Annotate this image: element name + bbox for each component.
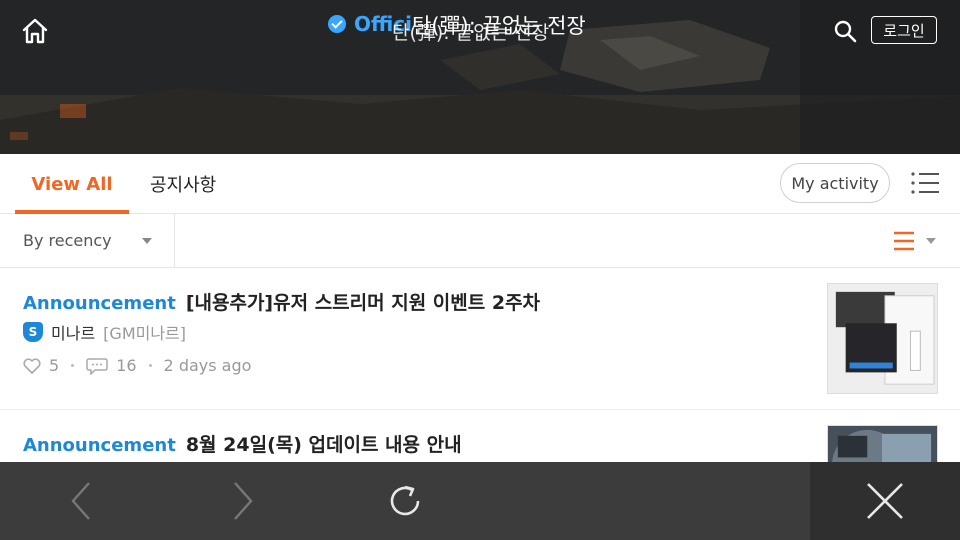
post-title[interactable]: [내용추가]유저 스트리머 지원 이벤트 2주차 — [186, 288, 540, 315]
check-icon — [328, 15, 346, 33]
post-category: Announcement — [23, 293, 176, 314]
close-icon — [867, 483, 903, 519]
author-tag: [GM미나르] — [103, 324, 187, 343]
like-count: 5 — [49, 356, 60, 375]
list-menu-icon[interactable] — [910, 171, 940, 195]
post-author: S 미나르 [GM미나르] — [23, 320, 186, 344]
reload-icon — [390, 485, 420, 516]
post-meta: 5 16 2 days ago — [23, 356, 251, 375]
staff-badge-icon: S — [23, 322, 43, 342]
close-button[interactable] — [810, 462, 960, 540]
post-thumbnail — [827, 283, 938, 394]
browser-toolbar — [0, 462, 960, 540]
tab-bar: View All 공지사항 My activity — [0, 154, 960, 214]
post-headline: Announcement [내용추가]유저 스트리머 지원 이벤트 2주차 — [23, 288, 540, 315]
heart-icon — [23, 357, 41, 374]
post-time: 2 days ago — [163, 356, 252, 375]
comment-icon — [86, 357, 108, 375]
back-arrow-icon — [71, 482, 90, 520]
home-icon[interactable] — [20, 16, 50, 46]
forward-button[interactable] — [212, 462, 274, 540]
sort-selected-label: By recency — [23, 231, 112, 250]
comment-count: 16 — [116, 356, 137, 375]
page-title-echo: 탄(彈): 끝없는 전장 — [392, 22, 550, 44]
header-banner: Offici 탄(彈): 끝없는 전장 탄(彈): 끝없는 전장 로그인 — [0, 0, 960, 154]
meta-separator — [148, 364, 152, 367]
page-root: Offici 탄(彈): 끝없는 전장 탄(彈): 끝없는 전장 로그인 Vie… — [0, 0, 960, 540]
search-icon[interactable] — [832, 18, 858, 44]
forward-arrow-icon — [234, 482, 253, 520]
list-view-icon[interactable] — [893, 231, 939, 251]
back-button[interactable] — [50, 462, 112, 540]
post-headline: Announcement 8월 24일(목) 업데이트 내용 안내 — [23, 430, 462, 457]
meta-separator — [71, 364, 75, 367]
author-name: 미나르 — [51, 324, 96, 343]
post-item[interactable]: Announcement [내용추가]유저 스트리머 지원 이벤트 2주차 S … — [0, 268, 960, 410]
sort-dropdown[interactable]: By recency — [0, 214, 175, 267]
reload-button[interactable] — [374, 462, 436, 540]
sort-bar: By recency — [0, 214, 960, 268]
post-title[interactable]: 8월 24일(목) 업데이트 내용 안내 — [186, 430, 462, 457]
login-button[interactable]: 로그인 — [871, 16, 937, 44]
post-category: Announcement — [23, 435, 176, 456]
chevron-down-icon — [142, 238, 152, 244]
my-activity-button[interactable]: My activity — [780, 163, 890, 203]
tab-notices[interactable]: 공지사항 — [150, 154, 216, 214]
tab-view-all[interactable]: View All — [15, 154, 129, 214]
